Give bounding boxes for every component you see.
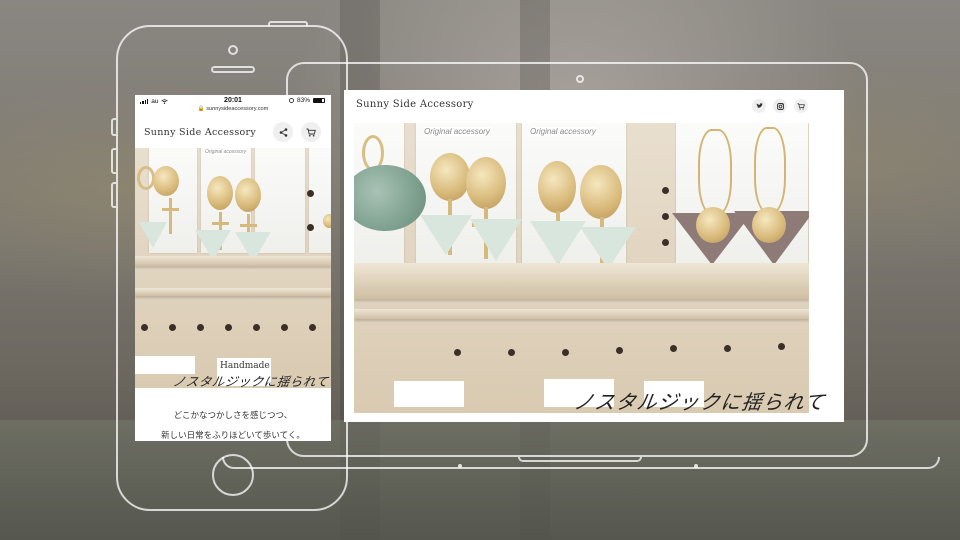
phone-camera-outline xyxy=(228,45,238,55)
site-logo[interactable]: Sunny Side Accessory xyxy=(144,127,256,138)
address-bar[interactable]: 🔒 sunnysideaccessory.com xyxy=(135,106,331,112)
cart-button[interactable] xyxy=(301,122,321,142)
laptop-foot-dot xyxy=(694,464,698,468)
catchphrase-text: ノスタルジックに揺られて xyxy=(572,390,827,414)
instagram-icon xyxy=(776,102,784,110)
share-icon xyxy=(279,127,287,137)
alarm-icon xyxy=(289,98,294,103)
catchphrase-text: ノスタルジックに揺られて xyxy=(171,374,330,389)
phone-side-button xyxy=(111,118,116,136)
phone-volume-down-button xyxy=(111,182,116,208)
body-text-line-1: どこかなつかしさを感じつつ、 xyxy=(173,410,293,420)
phone-volume-up-button xyxy=(111,148,116,174)
phone-speaker-outline xyxy=(211,66,255,73)
phone-site-header: Sunny Side Accessory xyxy=(135,117,331,147)
phone-screen: au 20:01 83% 🔒 sunnysideaccessory.com Su… xyxy=(135,95,331,441)
share-button[interactable] xyxy=(273,122,293,142)
laptop-opening-notch xyxy=(518,457,642,462)
hero-product-photo: Original accessory Handmade xyxy=(135,148,331,388)
phone-power-button xyxy=(268,21,308,26)
battery-percent: 83% xyxy=(296,97,310,104)
address-bar-url: sunnysideaccessory.com xyxy=(206,106,269,112)
laptop-screen: Sunny Side Accessory Original accessory … xyxy=(344,90,844,422)
laptop-site-header: Sunny Side Accessory xyxy=(344,90,844,122)
cart-icon xyxy=(306,128,316,136)
hero-product-photo: Original accessory Original accessory xyxy=(354,123,809,413)
cart-icon xyxy=(797,102,805,110)
cart-button[interactable] xyxy=(794,99,808,113)
display-card xyxy=(309,148,331,253)
instagram-button[interactable] xyxy=(773,99,787,113)
laptop-camera-outline xyxy=(576,75,584,83)
laptop-foot-dot xyxy=(458,464,462,468)
site-logo[interactable]: Sunny Side Accessory xyxy=(356,99,474,110)
twitter-icon xyxy=(756,103,763,109)
phone-status-bar: au 20:01 83% 🔒 sunnysideaccessory.com xyxy=(135,95,331,115)
twitter-button[interactable] xyxy=(752,99,766,113)
battery-icon xyxy=(313,98,325,103)
lock-icon: 🔒 xyxy=(197,106,205,112)
body-text-line-2: 新しい日常をふりほどいて歩いてく。 xyxy=(161,430,305,440)
